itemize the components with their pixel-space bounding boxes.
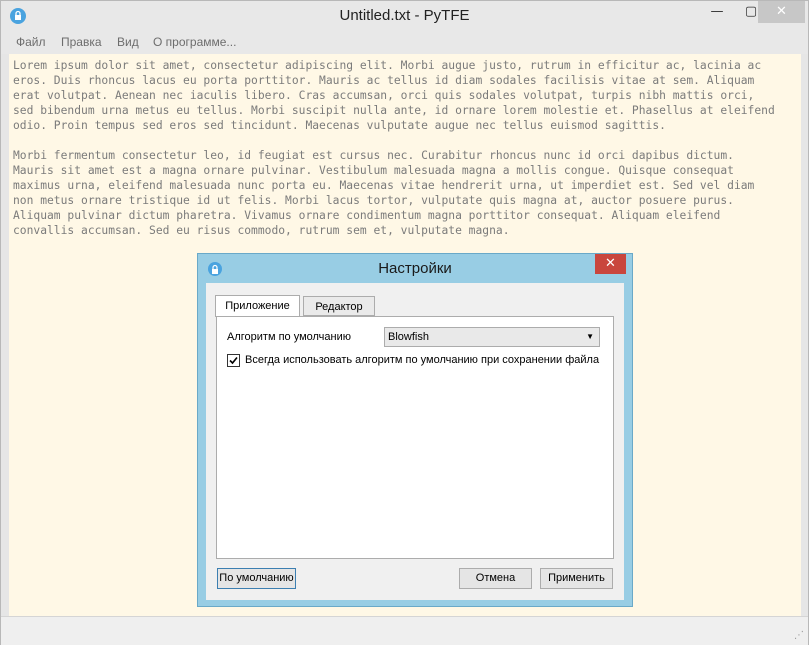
menu-about[interactable]: О программе... [153, 35, 236, 49]
always-use-checkbox[interactable] [227, 354, 240, 367]
apply-button[interactable]: Применить [540, 568, 613, 589]
menu-edit[interactable]: Правка [61, 35, 102, 49]
close-button[interactable]: ✕ [758, 1, 805, 23]
algorithm-select[interactable]: Blowfish ▼ [384, 327, 600, 347]
window-title: Untitled.txt - PyTFE [339, 7, 470, 24]
menu-view[interactable]: Вид [117, 35, 139, 49]
title-bar[interactable]: Untitled.txt - PyTFE — ▢ ✕ [1, 1, 808, 32]
defaults-button[interactable]: По умолчанию [217, 568, 296, 589]
dialog-close-button[interactable]: ✕ [595, 254, 626, 274]
dialog-body: Приложение Редактор Алгоритм по умолчани… [206, 283, 624, 600]
chevron-down-icon: ▼ [586, 332, 594, 341]
algorithm-value: Blowfish [388, 331, 429, 343]
tab-application[interactable]: Приложение [215, 295, 300, 317]
tab-panel: Алгоритм по умолчанию Blowfish ▼ Всегда … [216, 316, 614, 559]
editor-text[interactable]: Lorem ipsum dolor sit amet, consectetur … [9, 54, 801, 242]
dialog-title: Настройки [378, 260, 452, 277]
always-use-label[interactable]: Всегда использовать алгоритм по умолчани… [245, 354, 599, 366]
menu-file[interactable]: Файл [16, 35, 46, 49]
checkmark-icon [229, 356, 238, 365]
minimize-button[interactable]: — [700, 1, 734, 23]
menu-bar: Файл Правка Вид О программе... [1, 32, 808, 54]
tab-editor[interactable]: Редактор [303, 296, 375, 316]
status-bar: ⋰ [1, 616, 808, 645]
cancel-button[interactable]: Отмена [459, 568, 532, 589]
algorithm-label: Алгоритм по умолчанию [227, 331, 352, 343]
settings-dialog: Настройки ✕ Приложение Редактор Алгоритм… [197, 253, 633, 607]
resize-grip-icon[interactable]: ⋰ [794, 630, 804, 641]
